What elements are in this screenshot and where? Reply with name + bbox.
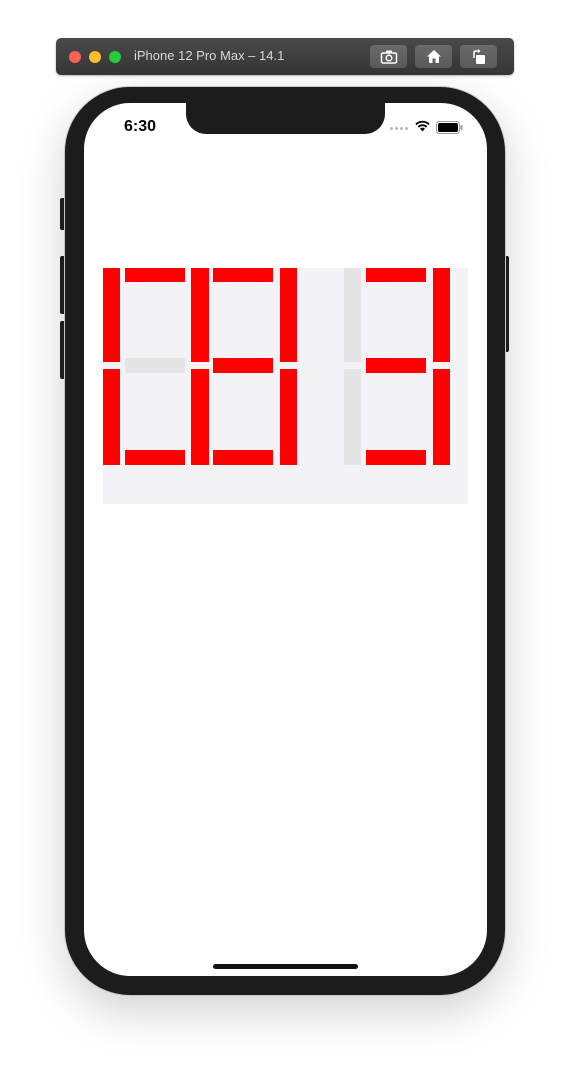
signal-icon [390,127,408,130]
segment-a [366,268,426,282]
home-button[interactable] [415,45,452,68]
segment-e [191,369,208,465]
battery-icon [436,121,463,134]
segment-b [433,268,450,362]
simulator-toolbar: iPhone 12 Pro Max – 14.1 [56,38,514,75]
segment-a [213,268,273,282]
segment-c [433,369,450,465]
rotate-button[interactable] [460,45,497,68]
home-icon [426,50,441,63]
segment-f [103,268,120,362]
notch [186,103,385,134]
segment-e [103,369,120,465]
segment-g [213,358,273,373]
device-screen: 6:30 [84,103,487,976]
segment-d [366,450,426,465]
zoom-window-button[interactable] [109,51,121,63]
status-bar-time: 6:30 [124,118,157,135]
close-window-button[interactable] [69,51,81,63]
simulator-title: iPhone 12 Pro Max – 14.1 [134,48,285,63]
segment-g [125,358,185,373]
seven-segment-display [103,268,468,504]
screenshot-button[interactable] [370,45,407,68]
digit-1 [191,268,301,466]
segment-f [344,268,361,362]
home-indicator[interactable] [213,964,358,969]
segment-d [125,450,185,465]
rotate-icon [472,48,485,64]
minimize-window-button[interactable] [89,51,101,63]
segment-b [280,268,297,362]
segment-d [213,450,273,465]
digit-2 [344,268,454,466]
segment-f [191,268,208,362]
segment-g [366,358,426,373]
segment-a [125,268,185,282]
camera-icon [380,50,397,64]
segment-e [344,369,361,465]
segment-c [280,369,297,465]
wifi-icon [415,120,430,132]
